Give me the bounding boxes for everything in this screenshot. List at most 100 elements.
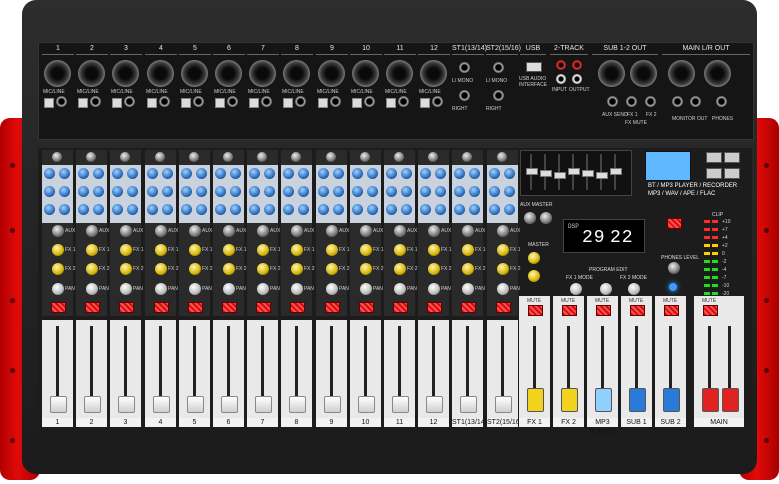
monitor-select-button[interactable] (667, 218, 682, 229)
eq-mid-knob[interactable] (352, 186, 363, 197)
eq-high-knob-2[interactable] (264, 168, 275, 179)
phantom-switch[interactable] (181, 98, 191, 108)
geq-slider[interactable] (540, 170, 552, 177)
mute-button[interactable] (427, 302, 442, 313)
fx2-send-knob[interactable] (326, 263, 338, 275)
eq-high-knob[interactable] (147, 168, 158, 179)
mute-button[interactable] (51, 302, 66, 313)
eq-low-knob-2[interactable] (196, 204, 207, 215)
fx1-send-knob[interactable] (326, 244, 338, 256)
channel-fader[interactable] (84, 396, 101, 413)
eq-mid-knob-2[interactable] (367, 186, 378, 197)
phantom-switch[interactable] (420, 98, 430, 108)
group-fader[interactable] (663, 388, 680, 412)
group-fader[interactable] (722, 388, 739, 412)
fx2-send-knob[interactable] (257, 263, 269, 275)
eq-mid-knob[interactable] (112, 186, 123, 197)
eq-high-knob-2[interactable] (298, 168, 309, 179)
pan-knob[interactable] (257, 283, 269, 295)
stereo1-right-jack[interactable] (459, 90, 470, 101)
aux-master-knob-2[interactable] (540, 212, 552, 224)
fx1-send-knob[interactable] (428, 244, 440, 256)
mute-button[interactable] (290, 302, 305, 313)
eq-mid-knob[interactable] (215, 186, 226, 197)
aux-send-knob[interactable] (86, 225, 98, 237)
phantom-switch[interactable] (215, 98, 225, 108)
gain-knob[interactable] (155, 152, 165, 162)
insert-jack[interactable] (432, 96, 443, 107)
eq-high-knob-2[interactable] (333, 168, 344, 179)
eq-high-knob-2[interactable] (435, 168, 446, 179)
mute-button[interactable] (188, 302, 203, 313)
pan-knob[interactable] (291, 283, 303, 295)
channel-fader[interactable] (324, 396, 341, 413)
monitor-out-r-jack[interactable] (690, 96, 701, 107)
geq-slider[interactable] (554, 172, 566, 179)
fx2-send-knob[interactable] (360, 263, 372, 275)
eq-high-knob[interactable] (249, 168, 260, 179)
eq-high-knob-2[interactable] (162, 168, 173, 179)
eq-mid-knob[interactable] (386, 186, 397, 197)
fx2-send-knob[interactable] (497, 263, 509, 275)
fx2-send-knob[interactable] (52, 263, 64, 275)
eq-high-knob[interactable] (283, 168, 294, 179)
pan-knob[interactable] (394, 283, 406, 295)
geq-slider[interactable] (568, 168, 580, 175)
aux-send-knob[interactable] (462, 225, 474, 237)
eq-mid-knob[interactable] (78, 186, 89, 197)
channel-fader[interactable] (118, 396, 135, 413)
insert-jack[interactable] (295, 96, 306, 107)
mute-button[interactable] (393, 302, 408, 313)
pan-knob[interactable] (326, 283, 338, 295)
group-fader[interactable] (629, 388, 646, 412)
eq-low-knob[interactable] (147, 204, 158, 215)
monitor-out-l-jack[interactable] (672, 96, 683, 107)
sub2-xlr-out[interactable] (630, 60, 657, 87)
eq-high-knob[interactable] (44, 168, 55, 179)
pan-knob[interactable] (360, 283, 372, 295)
eq-mid-knob[interactable] (489, 186, 500, 197)
fx2-send-knob[interactable] (189, 263, 201, 275)
two-track-output-r-jack[interactable] (572, 60, 582, 70)
fx1-send-knob[interactable] (223, 244, 235, 256)
gain-knob[interactable] (189, 152, 199, 162)
group-fader[interactable] (702, 388, 719, 412)
eq-low-knob-2[interactable] (298, 204, 309, 215)
fx2-send-knob[interactable] (428, 263, 440, 275)
phantom-switch[interactable] (147, 98, 157, 108)
insert-jack[interactable] (56, 96, 67, 107)
gain-knob[interactable] (52, 152, 62, 162)
fx2-send-knob[interactable] (462, 263, 474, 275)
insert-jack[interactable] (398, 96, 409, 107)
mic-line-xlr-jack[interactable] (318, 60, 345, 87)
eq-mid-knob-2[interactable] (264, 186, 275, 197)
usb-port[interactable] (526, 62, 542, 72)
gain-knob[interactable] (120, 152, 130, 162)
main-right-xlr-out[interactable] (704, 60, 731, 87)
gain-knob[interactable] (462, 152, 472, 162)
eq-low-knob[interactable] (249, 204, 260, 215)
pan-knob[interactable] (497, 283, 509, 295)
eq-high-knob[interactable] (318, 168, 329, 179)
pan-knob[interactable] (189, 283, 201, 295)
geq-slider[interactable] (596, 172, 608, 179)
eq-high-knob[interactable] (112, 168, 123, 179)
aux-send-knob[interactable] (257, 225, 269, 237)
geq-slider[interactable] (526, 168, 538, 175)
eq-low-knob[interactable] (386, 204, 397, 215)
fx1-send-knob[interactable] (86, 244, 98, 256)
mute-button[interactable] (359, 302, 374, 313)
phantom-switch[interactable] (386, 98, 396, 108)
eq-low-knob[interactable] (181, 204, 192, 215)
gain-knob[interactable] (257, 152, 267, 162)
player-button[interactable] (724, 152, 740, 163)
fx1-master-knob[interactable] (528, 252, 540, 264)
fx1-send-knob[interactable] (394, 244, 406, 256)
stereo1-left-jack[interactable] (459, 62, 470, 73)
pan-knob[interactable] (52, 283, 64, 295)
group-mute-button[interactable] (703, 305, 718, 316)
eq-high-knob-2[interactable] (469, 168, 480, 179)
insert-jack[interactable] (364, 96, 375, 107)
eq-mid-knob[interactable] (318, 186, 329, 197)
mute-button[interactable] (154, 302, 169, 313)
